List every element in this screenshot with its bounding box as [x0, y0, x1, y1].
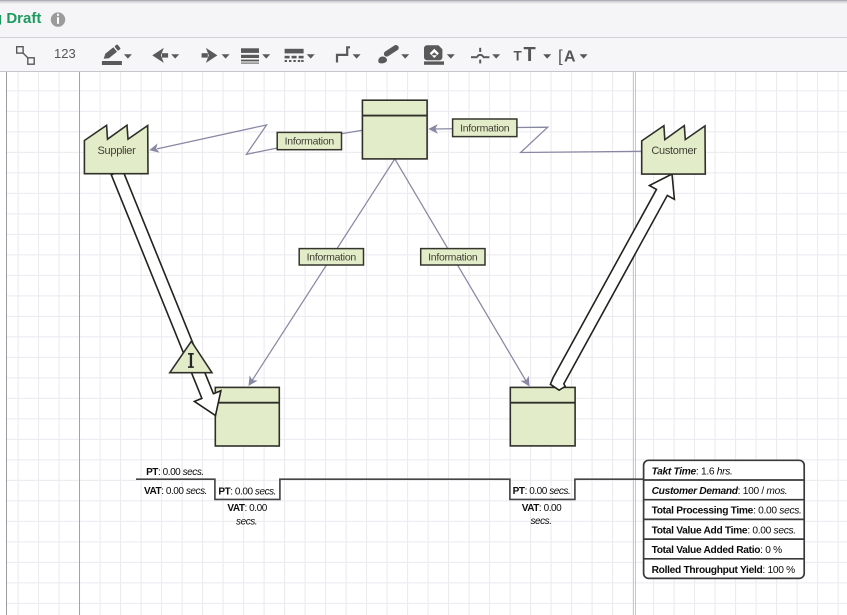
- svg-text:Total Value Add Time: 0.00 sec: Total Value Add Time: 0.00 secs.: [652, 525, 796, 536]
- svg-text:Customer: Customer: [651, 145, 697, 157]
- svg-text:VAT: 0.00 secs.: VAT: 0.00 secs.: [144, 486, 207, 497]
- svg-text:Total Value Added Ratio: 0 %: Total Value Added Ratio: 0 %: [652, 545, 783, 556]
- svg-text:secs.: secs.: [530, 516, 551, 527]
- svg-text:Information: Information: [428, 251, 478, 263]
- svg-text:PT: 0.00 secs.: PT: 0.00 secs.: [218, 487, 276, 498]
- svg-text:Total Processing Time: 0.00 se: Total Processing Time: 0.00 secs.: [652, 506, 802, 517]
- svg-text:PT: 0.00 secs.: PT: 0.00 secs.: [513, 486, 571, 497]
- svg-text:Information: Information: [285, 136, 335, 148]
- svg-text:Information: Information: [307, 251, 357, 263]
- svg-text:Customer Demand: 100 / mos.: Customer Demand: 100 / mos.: [652, 486, 788, 497]
- svg-text:secs.: secs.: [236, 516, 257, 527]
- svg-text:Takt Time: 1.6 hrs.: Takt Time: 1.6 hrs.: [652, 466, 733, 477]
- svg-text:Supplier: Supplier: [98, 145, 137, 157]
- svg-text:T: T: [524, 44, 536, 66]
- svg-text:VAT: 0.00: VAT: 0.00: [522, 503, 562, 514]
- svg-text:A: A: [564, 49, 576, 66]
- svg-text:T: T: [514, 49, 523, 64]
- svg-text:[: [: [558, 47, 563, 66]
- svg-text:Information: Information: [460, 123, 510, 135]
- svg-text:VAT: 0.00: VAT: 0.00: [227, 503, 267, 514]
- svg-text:Rolled Throughput Yield: 100 %: Rolled Throughput Yield: 100 %: [652, 565, 796, 576]
- svg-text:PT: 0.00 secs.: PT: 0.00 secs.: [146, 467, 204, 478]
